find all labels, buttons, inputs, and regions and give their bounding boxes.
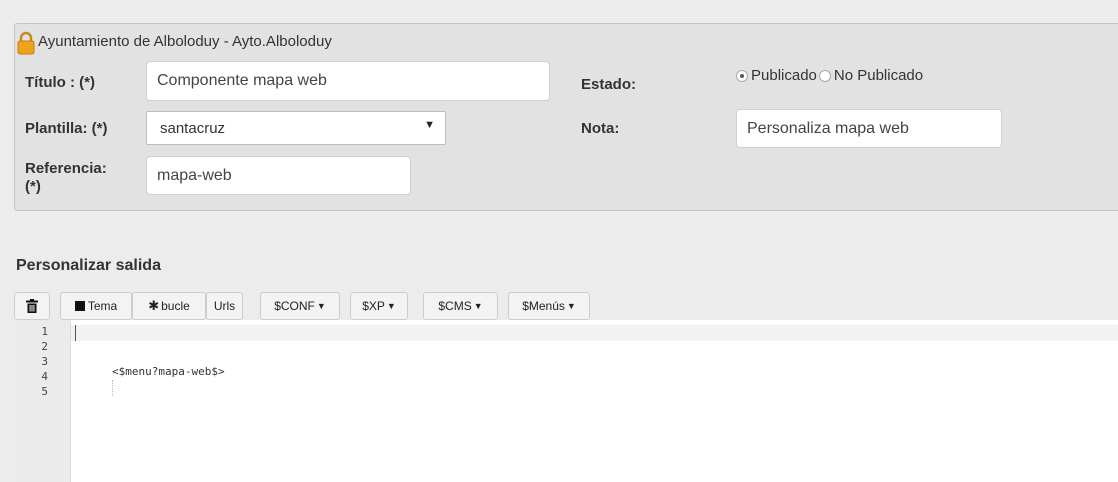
line-number: 2 (41, 340, 48, 353)
radio-publicado[interactable] (736, 69, 748, 82)
tema-button-label: Tema (87, 299, 118, 313)
section-title: Personalizar salida (16, 257, 161, 274)
radio-publicado-label: Publicado (751, 67, 817, 84)
active-line-highlight (71, 325, 1118, 341)
caret-down-icon: ▼ (473, 301, 483, 311)
line-number: 5 (41, 385, 48, 398)
referencia-input[interactable]: mapa-web (146, 156, 411, 195)
urls-button[interactable]: Urls (206, 292, 243, 320)
xp-dropdown-label: $XP (362, 299, 385, 313)
asterisk-icon: ✱ (148, 298, 160, 313)
indent-guide (112, 380, 113, 396)
code-line-3: <$menu?mapa-web$> (112, 365, 225, 378)
square-icon (74, 301, 85, 311)
nota-label: Nota: (581, 120, 620, 137)
bucle-button-label: bucle (161, 299, 190, 313)
plantilla-select-value: santacruz (160, 119, 226, 137)
line-number-gutter: 1 2 3 4 5 (14, 320, 71, 482)
conf-dropdown-label: $CONF (274, 299, 315, 313)
line-number: 4 (41, 370, 48, 383)
urls-button-label: Urls (213, 299, 236, 313)
bucle-button[interactable]: ✱ bucle (132, 292, 206, 320)
line-number: 1 (41, 325, 48, 338)
radio-no-publicado[interactable] (818, 69, 831, 82)
estado-label: Estado: (581, 76, 637, 93)
lock-icon (17, 31, 35, 55)
plantilla-select[interactable]: santacruz ▼ (146, 111, 446, 145)
code-editor[interactable]: 1 2 3 4 5 <$menu?mapa-web$> (14, 320, 1118, 482)
cms-dropdown-label: $CMS (438, 299, 472, 313)
caret-down-icon: ▼ (424, 119, 435, 131)
referencia-label-line2: (*) (25, 178, 41, 195)
conf-dropdown[interactable]: $CONF ▼ (260, 292, 340, 320)
line-number: 3 (41, 355, 48, 368)
text-cursor (75, 325, 76, 341)
menus-dropdown-label: $Menús (522, 299, 565, 313)
caret-down-icon: ▼ (566, 301, 576, 311)
titulo-input[interactable]: Componente mapa web (146, 61, 550, 101)
tema-button[interactable]: Tema (60, 292, 132, 320)
referencia-label-line1: Referencia: (25, 160, 107, 177)
plantilla-label: Plantilla: (*) (25, 120, 108, 137)
caret-down-icon: ▼ (386, 301, 396, 311)
estado-radio-group: Publicado No Publicado (736, 67, 923, 84)
radio-no-publicado-label: No Publicado (833, 67, 924, 84)
nota-input[interactable]: Personaliza mapa web (736, 109, 1002, 148)
xp-dropdown[interactable]: $XP ▼ (350, 292, 408, 320)
delete-button[interactable] (14, 292, 50, 320)
menus-dropdown[interactable]: $Menús ▼ (508, 292, 590, 320)
titulo-label: Título : (*) (25, 74, 95, 91)
trash-icon (26, 299, 38, 313)
organization-title: Ayuntamiento de Alboloduy - Ayto.Albolod… (38, 33, 332, 50)
referencia-label: Referencia: (*) (25, 160, 107, 196)
caret-down-icon: ▼ (316, 301, 326, 311)
cms-dropdown[interactable]: $CMS ▼ (423, 292, 498, 320)
